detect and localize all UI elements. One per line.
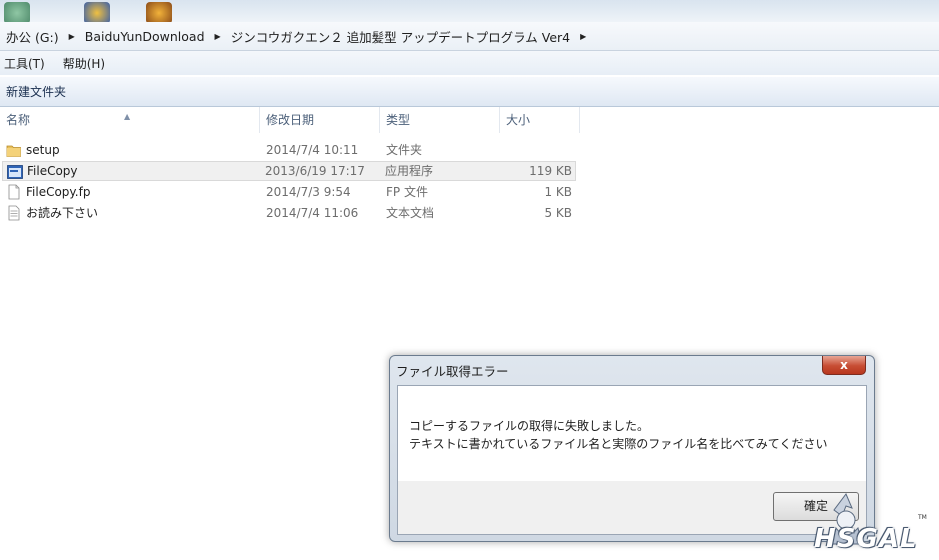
dialog-body: コピーするファイルの取得に失敗しました。 テキストに書かれているファイル名と実際… [397,385,867,535]
sort-ascending-icon: ▲ [124,112,131,121]
document-icon [8,184,20,200]
column-type[interactable]: 类型 [380,107,500,133]
file-row-filecopy-fp[interactable]: FileCopy.fp 2014/7/3 9:54 FP 文件 1 KB [2,182,576,202]
close-icon: x [840,358,848,372]
file-name: setup [26,143,60,157]
file-type: 文件夹 [386,143,423,157]
file-name: お読み下さい [26,206,99,220]
text-document-icon [8,205,20,221]
column-name-label: 名称 [6,113,31,127]
chevron-right-icon[interactable]: ▶ [209,32,227,41]
file-row-readme[interactable]: お読み下さい 2014/7/4 11:06 文本文档 5 KB [2,203,576,223]
watermark-text: HSGAL [814,524,918,554]
file-date: 2014/7/3 9:54 [266,185,351,199]
menu-bar: 工具(T) 帮助(H) [0,51,939,75]
breadcrumb: 办公 (G:) ▶ BaiduYunDownload ▶ ジンコウガクエン２ 追… [2,22,592,50]
desktop-app-icon[interactable] [146,2,172,22]
trademark-mark: TM [918,514,927,521]
menu-help[interactable]: 帮助(H) [59,55,113,72]
breadcrumb-current-folder[interactable]: ジンコウガクエン２ 追加髪型 アップデートプログラム Ver4 [227,27,574,46]
close-button[interactable]: x [822,356,866,375]
dialog-message-area: コピーするファイルの取得に失敗しました。 テキストに書かれているファイル名と実際… [398,386,866,481]
column-date[interactable]: 修改日期 [260,107,380,133]
file-name: FileCopy.fp [26,185,91,199]
breadcrumb-drive[interactable]: 办公 (G:) [2,27,63,46]
folder-icon [6,145,21,157]
watermark-logo: HSGAL TM [808,490,939,560]
file-size: 119 KB [529,164,572,178]
chevron-right-icon[interactable]: ▶ [63,32,81,41]
address-bar[interactable]: 办公 (G:) ▶ BaiduYunDownload ▶ ジンコウガクエン２ 追… [0,22,939,51]
error-dialog: ファイル取得エラー x コピーするファイルの取得に失敗しました。 テキストに書か… [389,355,875,542]
column-size-label: 大小 [506,113,531,127]
column-name[interactable]: 名称 ▲ [0,107,260,133]
new-folder-button[interactable]: 新建文件夹 [0,83,72,100]
chevron-right-icon[interactable]: ▶ [574,32,592,41]
dialog-title: ファイル取得エラー [396,364,509,379]
breadcrumb-folder[interactable]: BaiduYunDownload [81,29,209,44]
file-date: 2014/7/4 11:06 [266,206,359,220]
file-name: FileCopy [27,164,78,178]
file-row-setup[interactable]: setup 2014/7/4 10:11 文件夹 [2,140,576,160]
desktop-app-icon[interactable] [4,2,30,22]
file-date: 2013/6/19 17:17 [265,164,365,178]
file-type: FP 文件 [386,185,428,199]
file-row-filecopy[interactable]: FileCopy 2013/6/19 17:17 应用程序 119 KB [2,161,576,181]
file-type: 应用程序 [385,164,434,178]
file-type: 文本文档 [386,206,435,220]
column-date-label: 修改日期 [266,113,315,127]
application-icon [7,165,23,179]
file-size: 5 KB [544,206,572,220]
file-size: 1 KB [544,185,572,199]
command-bar: 新建文件夹 [0,76,939,107]
menu-tools[interactable]: 工具(T) [0,55,53,72]
column-type-label: 类型 [386,113,411,127]
desktop-strip [0,0,939,22]
file-date: 2014/7/4 10:11 [266,143,359,157]
desktop-app-icon[interactable] [84,2,110,22]
dialog-message-line2: テキストに書かれているファイル名と実際のファイル名を比べてみてください [409,437,828,451]
column-header: 名称 ▲ 修改日期 类型 大小 [0,107,939,133]
dialog-message-line1: コピーするファイルの取得に失敗しました。 [409,419,650,433]
column-size[interactable]: 大小 [500,107,580,133]
